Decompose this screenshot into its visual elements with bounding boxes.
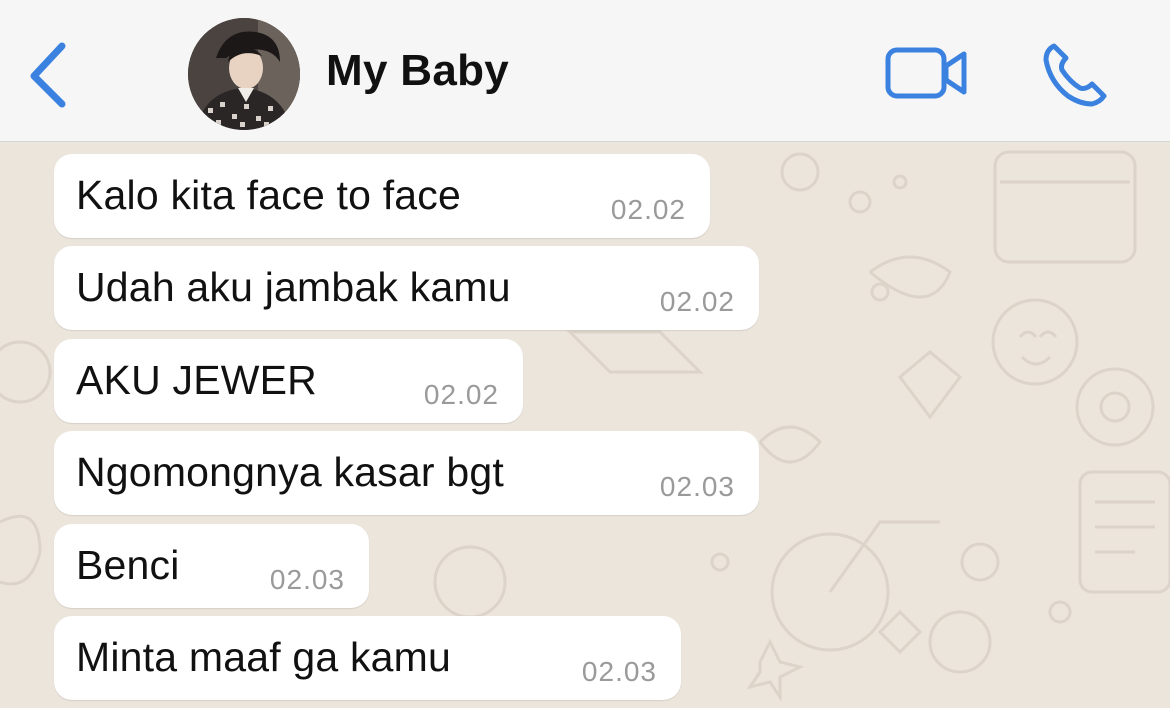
message-text: Ngomongnya kasar bgt [76, 449, 504, 495]
phone-icon [1043, 43, 1107, 107]
message-timestamp: 02.02 [610, 194, 686, 225]
message-timestamp: 02.03 [659, 471, 735, 502]
contact-name[interactable]: My Baby [326, 46, 509, 96]
message-bubble[interactable]: Ngomongnya kasar bgt 02.03 [54, 431, 759, 515]
message-bubble[interactable]: AKU JEWER 02.02 [54, 339, 523, 423]
video-camera-icon [885, 47, 967, 99]
avatar-photo [188, 18, 300, 130]
contact-avatar[interactable] [188, 18, 300, 130]
voice-call-button[interactable] [1040, 38, 1112, 110]
message-text: Udah aku jambak kamu [76, 264, 511, 310]
chat-screen: My Baby Kalo kita face to face 02.02 Uda… [0, 0, 1170, 708]
message-timestamp: 02.03 [581, 656, 657, 687]
message-text: Benci [76, 542, 180, 588]
message-timestamp: 02.03 [269, 564, 345, 595]
message-bubble[interactable]: Udah aku jambak kamu 02.02 [54, 246, 759, 330]
back-button[interactable] [24, 38, 74, 110]
message-bubble[interactable]: Minta maaf ga kamu 02.03 [54, 616, 681, 700]
message-text: Kalo kita face to face [76, 172, 462, 218]
message-timestamp: 02.02 [423, 379, 499, 410]
chevron-left-icon [30, 42, 66, 108]
chat-header: My Baby [0, 0, 1170, 142]
message-timestamp: 02.02 [659, 286, 735, 317]
message-bubble[interactable]: Kalo kita face to face 02.02 [54, 154, 710, 238]
video-call-button[interactable] [884, 44, 970, 102]
message-text: Minta maaf ga kamu [76, 634, 452, 680]
message-bubble[interactable]: Benci 02.03 [54, 524, 369, 608]
message-text: AKU JEWER [76, 357, 317, 403]
